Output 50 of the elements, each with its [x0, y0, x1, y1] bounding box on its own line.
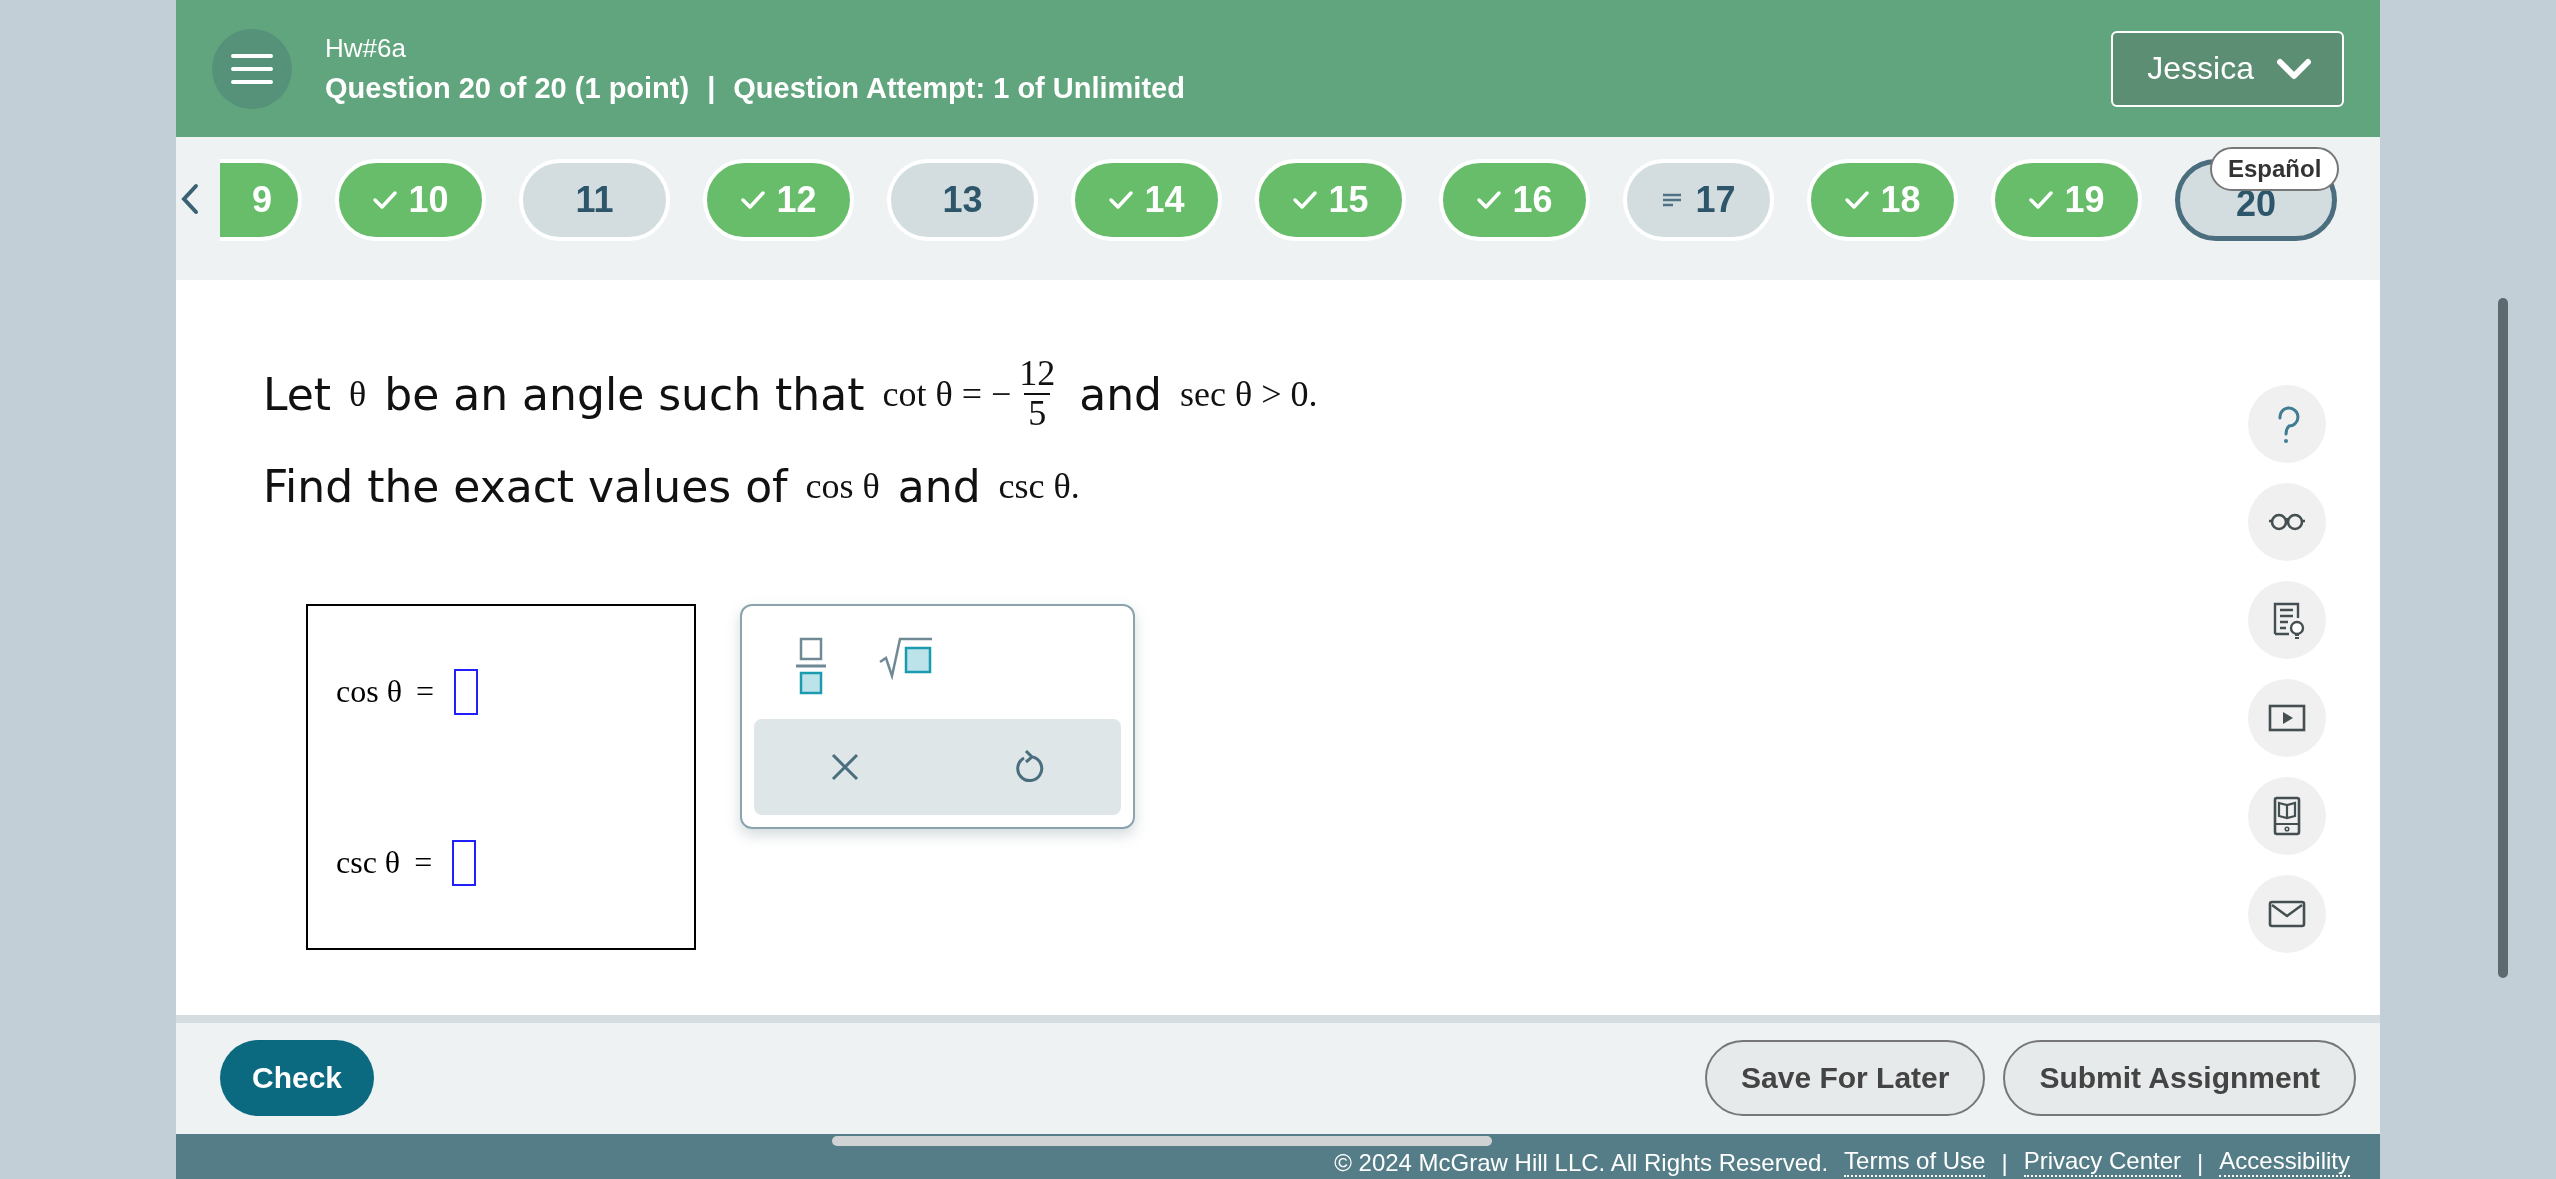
check-icon: [2028, 189, 2055, 211]
question-text: Find the exact values of cos θ and csc θ.: [263, 459, 1081, 514]
question-tab[interactable]: 12: [703, 159, 854, 241]
footer-link[interactable]: Privacy Center: [2023, 1147, 2182, 1177]
answer-label: csc θ: [336, 844, 401, 881]
equals-sign: =: [416, 673, 435, 710]
chevron-left-icon: [180, 182, 200, 216]
check-button[interactable]: Check: [220, 1040, 375, 1117]
question-tab[interactable]: 19: [1991, 159, 2142, 241]
fraction-button[interactable]: [794, 636, 828, 696]
footer-link[interactable]: Accessibility: [2219, 1147, 2350, 1177]
separator: |: [2197, 1149, 2204, 1177]
answer-field[interactable]: [454, 668, 479, 715]
submit-button[interactable]: Submit Assignment: [2003, 1040, 2356, 1117]
close-icon: [830, 752, 861, 782]
user-menu[interactable]: Jessica: [2111, 30, 2344, 107]
question-tab[interactable]: 18: [1807, 159, 1958, 241]
check-icon: [740, 189, 767, 211]
check-icon: [1476, 189, 1503, 211]
answer-field[interactable]: [452, 839, 477, 886]
menu-icon: [230, 51, 274, 86]
question-tab[interactable]: 17: [1623, 159, 1774, 241]
question-tab[interactable]: 13: [887, 159, 1038, 241]
check-icon: [1292, 189, 1319, 211]
answer-label: cos θ: [336, 673, 402, 710]
check-icon: [1108, 189, 1135, 211]
clear-button[interactable]: [830, 752, 861, 782]
attempt-info: Question Attempt: 1 of Unlimited: [733, 71, 1185, 105]
separator: |: [2001, 1149, 2008, 1177]
question-tab[interactable]: 16: [1439, 159, 1590, 241]
scrollbar[interactable]: [2498, 298, 2508, 978]
scrollbar[interactable]: [832, 1135, 1492, 1146]
question-info: Question 20 of 20 (1 point): [325, 71, 690, 105]
equals-sign: =: [414, 844, 433, 881]
question-tab[interactable]: 15: [1255, 159, 1406, 241]
fraction-icon: [794, 636, 828, 696]
footer-link[interactable]: Terms of Use: [1844, 1147, 1986, 1177]
language-badge[interactable]: Español: [2210, 147, 2340, 191]
question-tab[interactable]: 10: [335, 159, 486, 241]
check-icon: [1844, 189, 1871, 211]
check-icon: [372, 189, 399, 211]
separator: |: [707, 71, 716, 105]
assignment-title: Hw#6a: [325, 32, 407, 64]
question-tab[interactable]: 14: [1071, 159, 1222, 241]
question-tab[interactable]: 9: [220, 159, 302, 241]
copyright-text: © 2024 McGraw Hill LLC. All Rights Reserved.: [1334, 1149, 1829, 1177]
chevron-down-icon: [2276, 56, 2312, 81]
question-tab[interactable]: 11: [519, 159, 670, 241]
square-root-icon: [878, 636, 934, 680]
save-button[interactable]: Save For Later: [1705, 1040, 1986, 1117]
